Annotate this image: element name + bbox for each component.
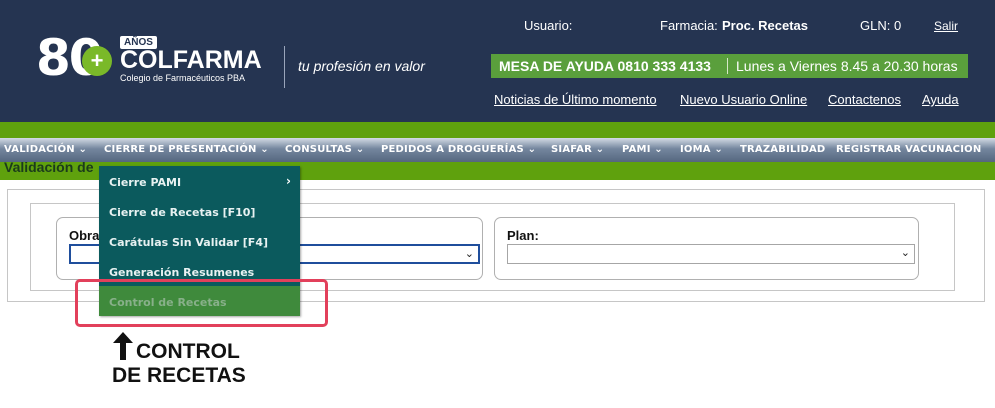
- callout-line-2: DE RECETAS: [112, 364, 246, 387]
- colfarma-logo[interactable]: 80 + AÑOS COLFARMA Colegio de Farmacéuti…: [36, 30, 276, 90]
- helpdesk-banner: MESA DE AYUDA 0810 333 4133 Lunes a Vier…: [491, 54, 968, 78]
- farmacia-value: Proc. Recetas: [722, 18, 808, 33]
- logo-cross-icon: +: [82, 46, 112, 76]
- nav-consultas[interactable]: CONSULTAS ⌄: [285, 144, 364, 155]
- link-contactenos[interactable]: Contactenos: [828, 92, 901, 107]
- site-header: 80 + AÑOS COLFARMA Colegio de Farmacéuti…: [0, 0, 995, 122]
- obra-label: Obra: [69, 228, 100, 243]
- callout-label: CONTROL DE RECETAS: [112, 340, 246, 388]
- menu-item-cierre-recetas[interactable]: Cierre de Recetas [F10]: [109, 206, 255, 219]
- gln-label: GLN:: [860, 18, 891, 33]
- tagline: tu profesión en valor: [298, 58, 425, 74]
- menu-item-generacion-resumenes[interactable]: Generación Resumenes: [109, 266, 254, 279]
- link-ayuda[interactable]: Ayuda: [922, 92, 959, 107]
- nav-registrar-vacunacion[interactable]: REGISTRAR VACUNACION: [836, 144, 981, 155]
- user-label: Usuario:: [524, 18, 573, 33]
- helpdesk-hours: Lunes a Viernes 8.45 a 20.30 horas: [736, 58, 958, 74]
- nav-ioma[interactable]: IOMA ⌄: [680, 144, 723, 155]
- nav-cierre-presentacion[interactable]: CIERRE DE PRESENTACIÓN ⌄: [104, 144, 269, 155]
- header-green-strip: [0, 122, 995, 138]
- plan-field-box: Plan: ⌄: [494, 217, 919, 280]
- logo-divider: [284, 46, 285, 88]
- nav-pami[interactable]: PAMI ⌄: [622, 144, 663, 155]
- farmacia-label: Farmacia:: [660, 18, 718, 33]
- page: 80 + AÑOS COLFARMA Colegio de Farmacéuti…: [0, 0, 995, 408]
- main-nav: VALIDACIÓN ⌄ CIERRE DE PRESENTACIÓN ⌄ CO…: [0, 138, 995, 162]
- menu-item-caratulas-sin-validar[interactable]: Carátulas Sin Validar [F4]: [109, 236, 268, 249]
- callout-line-1: CONTROL: [136, 340, 240, 363]
- submenu-arrow-icon: ›: [286, 174, 291, 188]
- plan-select[interactable]: ⌄: [507, 244, 915, 264]
- logout-link[interactable]: Salir: [934, 19, 958, 33]
- link-noticias[interactable]: Noticias de Último momento: [494, 92, 657, 107]
- chevron-down-icon: ⌄: [900, 247, 910, 259]
- nav-siafar[interactable]: SIAFAR ⌄: [551, 144, 604, 155]
- helpdesk-divider: [727, 58, 728, 74]
- link-nuevo-usuario[interactable]: Nuevo Usuario Online: [680, 92, 807, 107]
- chevron-down-icon: ⌄: [464, 248, 474, 260]
- page-title: Validación de: [4, 159, 94, 175]
- menu-item-cierre-pami[interactable]: Cierre PAMI: [109, 176, 181, 189]
- gln-value: 0: [894, 18, 902, 33]
- highlight-box: [75, 279, 328, 327]
- plan-label: Plan:: [507, 228, 539, 243]
- nav-validacion[interactable]: VALIDACIÓN ⌄: [4, 144, 87, 155]
- nav-pedidos-droguerias[interactable]: PEDIDOS A DROGUERÍAS ⌄: [381, 144, 536, 155]
- nav-trazabilidad[interactable]: TRAZABILIDAD: [740, 144, 825, 155]
- helpdesk-phone: MESA DE AYUDA 0810 333 4133: [499, 58, 711, 74]
- logo-name: COLFARMA: [120, 46, 262, 74]
- logo-subtitle: Colegio de Farmacéuticos PBA: [120, 73, 246, 83]
